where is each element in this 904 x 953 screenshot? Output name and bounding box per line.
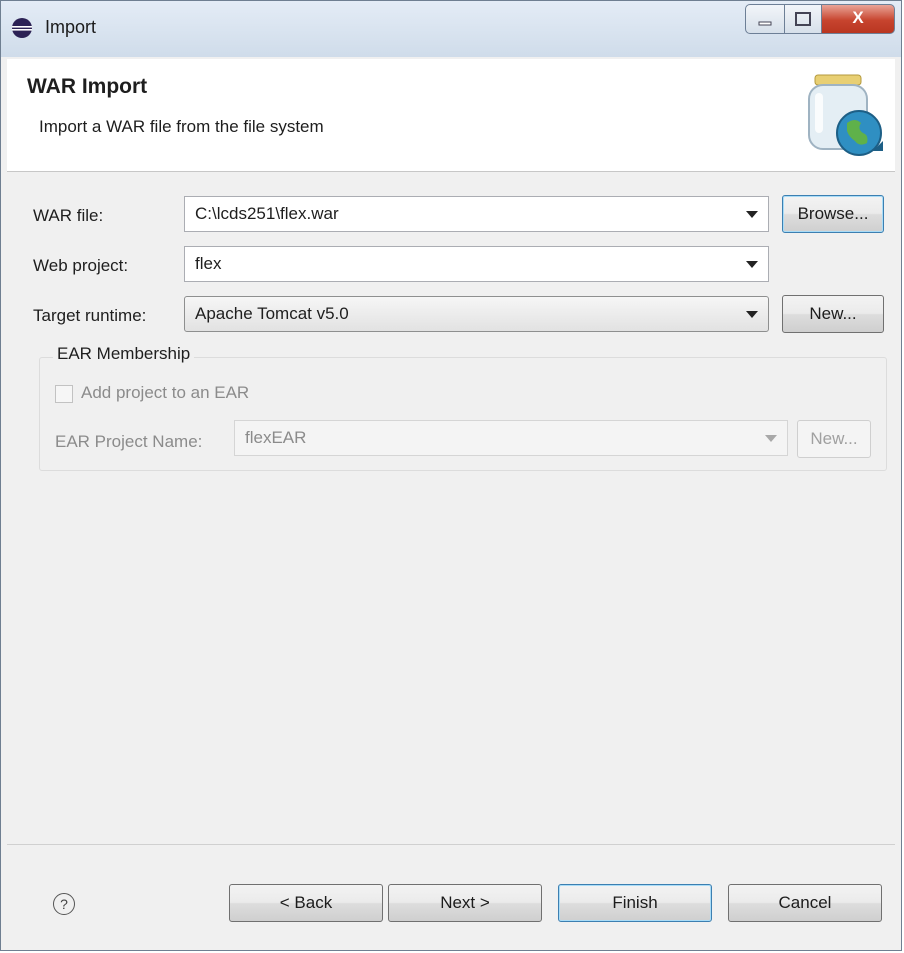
web-project-value: flex [195, 254, 222, 273]
chevron-down-icon[interactable] [746, 211, 758, 218]
import-dialog: Import X WAR Import Import a WAR file fr… [0, 0, 902, 951]
page-description: Import a WAR file from the file system [39, 117, 324, 136]
wizard-header: WAR Import Import a WAR file from the fi… [7, 59, 895, 172]
next-button[interactable]: Next > [388, 884, 542, 922]
window-title: Import [45, 17, 97, 37]
ear-project-name-value: flexEAR [245, 428, 307, 447]
web-project-combo[interactable]: flex [184, 246, 769, 282]
target-runtime-combo[interactable]: Apache Tomcat v5.0 [184, 296, 769, 332]
chevron-down-icon[interactable] [746, 311, 758, 318]
cancel-button[interactable]: Cancel [728, 884, 882, 922]
target-runtime-value: Apache Tomcat v5.0 [195, 304, 349, 323]
minimize-button[interactable] [745, 4, 785, 34]
war-file-value: C:\lcds251\flex.war [195, 204, 339, 223]
add-to-ear-checkbox[interactable] [55, 385, 73, 403]
ear-project-name-combo[interactable]: flexEAR [234, 420, 788, 456]
browse-label: Browse... [797, 204, 869, 223]
minimize-icon [758, 21, 772, 26]
next-label: Next > [440, 893, 490, 912]
ear-membership-label: EAR Membership [53, 344, 195, 364]
war-jar-globe-icon [808, 74, 883, 156]
back-label: < Back [279, 893, 333, 912]
target-runtime-label: Target runtime: [33, 306, 147, 325]
maximize-icon [795, 12, 811, 26]
browse-button[interactable]: Browse... [782, 195, 884, 233]
add-to-ear-label: Add project to an EAR [81, 383, 250, 402]
footer-divider [7, 844, 895, 845]
new-ear-label: New... [810, 429, 858, 448]
eclipse-icon [12, 18, 32, 38]
finish-button[interactable]: Finish [558, 884, 712, 922]
web-project-label: Web project: [33, 256, 129, 275]
chevron-down-icon[interactable] [765, 435, 777, 442]
back-button[interactable]: < Back [229, 884, 383, 922]
wizard-body: WAR file: C:\lcds251\flex.war Browse... … [7, 172, 895, 844]
ear-project-name-label: EAR Project Name: [55, 432, 203, 451]
finish-label: Finish [612, 893, 658, 912]
help-icon[interactable]: ? [53, 893, 75, 915]
new-runtime-label: New... [809, 304, 857, 323]
cancel-label: Cancel [778, 893, 832, 912]
close-button[interactable]: X [821, 4, 895, 34]
war-file-combo[interactable]: C:\lcds251\flex.war [184, 196, 769, 232]
title-bar[interactable]: Import X [1, 1, 901, 57]
page-title: WAR Import [27, 75, 148, 98]
new-runtime-button[interactable]: New... [782, 295, 884, 333]
chevron-down-icon[interactable] [746, 261, 758, 268]
maximize-button[interactable] [784, 4, 822, 34]
close-icon: X [852, 8, 864, 27]
war-file-label: WAR file: [33, 206, 104, 225]
new-ear-button[interactable]: New... [797, 420, 871, 458]
